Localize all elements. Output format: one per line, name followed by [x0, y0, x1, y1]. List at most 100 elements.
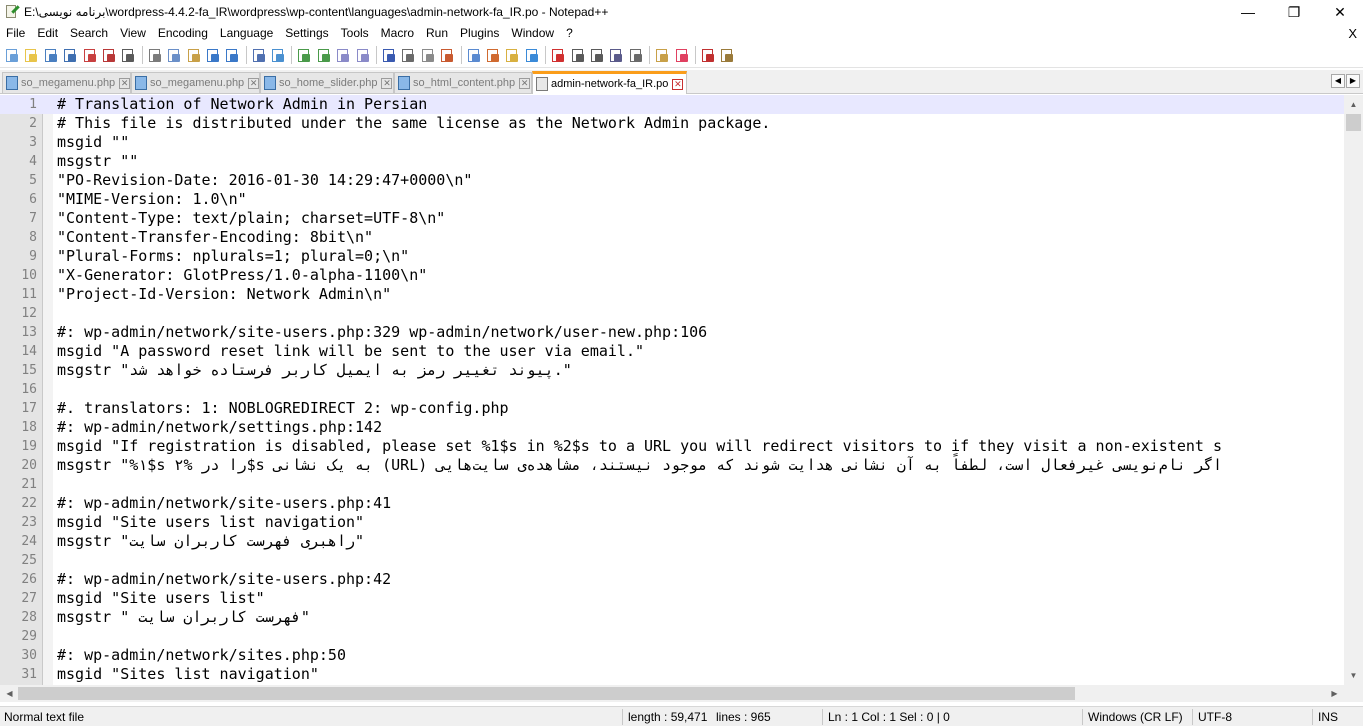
menu-settings[interactable]: Settings: [279, 24, 334, 43]
line-text[interactable]: "Content-Type: text/plain; charset=UTF-8…: [57, 209, 445, 228]
code-line[interactable]: 25: [0, 551, 1344, 570]
stop-record-icon[interactable]: [569, 47, 586, 64]
line-text[interactable]: "MIME-Version: 1.0\n": [57, 190, 247, 209]
zoom-out-icon[interactable]: [315, 47, 332, 64]
line-text[interactable]: #: wp-admin/network/site-users.php:41: [57, 494, 391, 513]
menu-edit[interactable]: Edit: [31, 24, 64, 43]
line-text[interactable]: msgid "": [57, 133, 129, 152]
close-tab-icon[interactable]: ✕: [381, 77, 393, 89]
save-all-icon[interactable]: [61, 47, 78, 64]
code-line[interactable]: 4 msgstr "": [0, 152, 1344, 171]
code-line[interactable]: 19 msgid "If registration is disabled, pl…: [0, 437, 1344, 456]
save-icon[interactable]: [42, 47, 59, 64]
heart-icon[interactable]: [673, 47, 690, 64]
close-tab-icon[interactable]: ✕: [248, 77, 259, 89]
sync-horizontal-icon[interactable]: [354, 47, 371, 64]
code-line[interactable]: 2 # This file is distributed under the sa…: [0, 114, 1344, 133]
close-window-button[interactable]: ✕: [1317, 0, 1363, 24]
tab-scroll-right-button[interactable]: ▶: [1346, 74, 1360, 88]
paste-icon[interactable]: [185, 47, 202, 64]
close-tab-icon[interactable]: ✕: [119, 77, 130, 89]
code-line[interactable]: 15 msgstr "پیوند تغییر رمز به ایمیل کاربر…: [0, 361, 1344, 380]
show-all-chars-icon[interactable]: [399, 47, 416, 64]
line-text[interactable]: #: wp-admin/network/site-users.php:329 w…: [57, 323, 707, 342]
line-text[interactable]: "Project-Id-Version: Network Admin\n": [57, 285, 391, 304]
code-line[interactable]: 6 "MIME-Version: 1.0\n": [0, 190, 1344, 209]
editor-area[interactable]: 1 # Translation of Network Admin in Persi…: [0, 95, 1344, 685]
code-line[interactable]: 9 "Plural-Forms: nplurals=1; plural=0;\n": [0, 247, 1344, 266]
horizontal-scrollbar[interactable]: ◀ ▶: [0, 685, 1344, 702]
folder-workspace-icon[interactable]: [503, 47, 520, 64]
code-line[interactable]: 17 #. translators: 1: NOBLOGREDIRECT 2: w…: [0, 399, 1344, 418]
code-line[interactable]: 23 msgid "Site users list navigation": [0, 513, 1344, 532]
maximize-button[interactable]: ❐: [1271, 0, 1317, 24]
code-line[interactable]: 1 # Translation of Network Admin in Persi…: [0, 95, 1344, 114]
scroll-right-button[interactable]: ▶: [1326, 685, 1343, 702]
code-line[interactable]: 3 msgid "": [0, 133, 1344, 152]
scroll-up-button[interactable]: ▲: [1344, 96, 1363, 113]
cut-icon[interactable]: [146, 47, 163, 64]
line-text[interactable]: msgid "Site users list navigation": [57, 513, 364, 532]
save-macro-icon[interactable]: [627, 47, 644, 64]
line-text[interactable]: #. translators: 1: NOBLOGREDIRECT 2: wp-…: [57, 399, 509, 418]
menu-plugins[interactable]: Plugins: [454, 24, 505, 43]
code-line[interactable]: 22 #: wp-admin/network/site-users.php:41: [0, 494, 1344, 513]
code-line[interactable]: 24 msgstr "راهبری فهرست کاربران سایت": [0, 532, 1344, 551]
tab-so-megamenu-2[interactable]: so_megamenu.php ✕: [131, 72, 260, 93]
line-text[interactable]: # Translation of Network Admin in Persia…: [57, 95, 427, 114]
open-file-icon[interactable]: [22, 47, 39, 64]
scroll-left-button[interactable]: ◀: [1, 685, 18, 702]
line-text[interactable]: "PO-Revision-Date: 2016-01-30 14:29:47+0…: [57, 171, 472, 190]
plugin-icon[interactable]: [653, 47, 670, 64]
code-line[interactable]: 13 #: wp-admin/network/site-users.php:329…: [0, 323, 1344, 342]
close-all-icon[interactable]: [100, 47, 117, 64]
code-line[interactable]: 5 "PO-Revision-Date: 2016-01-30 14:29:47+…: [0, 171, 1344, 190]
word-wrap-icon[interactable]: [380, 47, 397, 64]
menu-view[interactable]: View: [114, 24, 152, 43]
line-text[interactable]: # This file is distributed under the sam…: [57, 114, 770, 133]
tab-admin-network-fa-ir[interactable]: admin-network-fa_IR.po ✕: [532, 71, 687, 94]
close-tab-icon[interactable]: ✕: [672, 78, 684, 90]
code-line[interactable]: 16: [0, 380, 1344, 399]
close-tab-icon[interactable]: ✕: [519, 77, 531, 89]
tab-so-megamenu-1[interactable]: so_megamenu.php ✕: [2, 72, 131, 93]
monitoring-icon[interactable]: [523, 47, 540, 64]
spell-check-icon[interactable]: [699, 47, 716, 64]
line-text[interactable]: msgstr "%۱$s را در %۲$s به یک نشانی (URL…: [57, 456, 1222, 475]
new-file-icon[interactable]: [3, 47, 20, 64]
code-line[interactable]: 8 "Content-Transfer-Encoding: 8bit\n": [0, 228, 1344, 247]
menu-search[interactable]: Search: [64, 24, 114, 43]
print-icon[interactable]: [119, 47, 136, 64]
line-text[interactable]: #: wp-admin/network/sites.php:50: [57, 646, 346, 665]
code-line[interactable]: 11 "Project-Id-Version: Network Admin\n": [0, 285, 1344, 304]
code-line[interactable]: 21: [0, 475, 1344, 494]
vertical-scroll-thumb[interactable]: [1346, 114, 1361, 131]
code-line[interactable]: 30 #: wp-admin/network/sites.php:50: [0, 646, 1344, 665]
udl-icon[interactable]: [438, 47, 455, 64]
line-text[interactable]: #: wp-admin/network/site-users.php:42: [57, 570, 391, 589]
doc-map-icon[interactable]: [465, 47, 482, 64]
playback-macro-icon[interactable]: [588, 47, 605, 64]
code-line[interactable]: 18 #: wp-admin/network/settings.php:142: [0, 418, 1344, 437]
minimize-button[interactable]: —: [1225, 0, 1271, 24]
record-macro-icon[interactable]: [549, 47, 566, 64]
close-icon[interactable]: [81, 47, 98, 64]
line-text[interactable]: msgid "Sites list navigation": [57, 665, 319, 684]
line-text[interactable]: msgid "A password reset link will be sen…: [57, 342, 644, 361]
code-line[interactable]: 26 #: wp-admin/network/site-users.php:42: [0, 570, 1344, 589]
horizontal-scroll-thumb[interactable]: [18, 687, 1075, 700]
find-icon[interactable]: [250, 47, 267, 64]
tab-scroll-left-button[interactable]: ◀: [1331, 74, 1345, 88]
tab-so-html-content[interactable]: so_html_content.php ✕: [394, 72, 532, 93]
line-text[interactable]: msgid "If registration is disabled, plea…: [57, 437, 1222, 456]
line-text[interactable]: "Content-Transfer-Encoding: 8bit\n": [57, 228, 373, 247]
plugin-manager-icon[interactable]: [718, 47, 735, 64]
code-line[interactable]: 7 "Content-Type: text/plain; charset=UTF-…: [0, 209, 1344, 228]
menu-window[interactable]: Window: [505, 24, 560, 43]
redo-icon[interactable]: [223, 47, 240, 64]
indent-guide-icon[interactable]: [419, 47, 436, 64]
line-text[interactable]: #: wp-admin/network/settings.php:142: [57, 418, 382, 437]
code-line[interactable]: 28 msgstr " فهرست کاربران سایت": [0, 608, 1344, 627]
replace-icon[interactable]: [269, 47, 286, 64]
function-list-icon[interactable]: [484, 47, 501, 64]
